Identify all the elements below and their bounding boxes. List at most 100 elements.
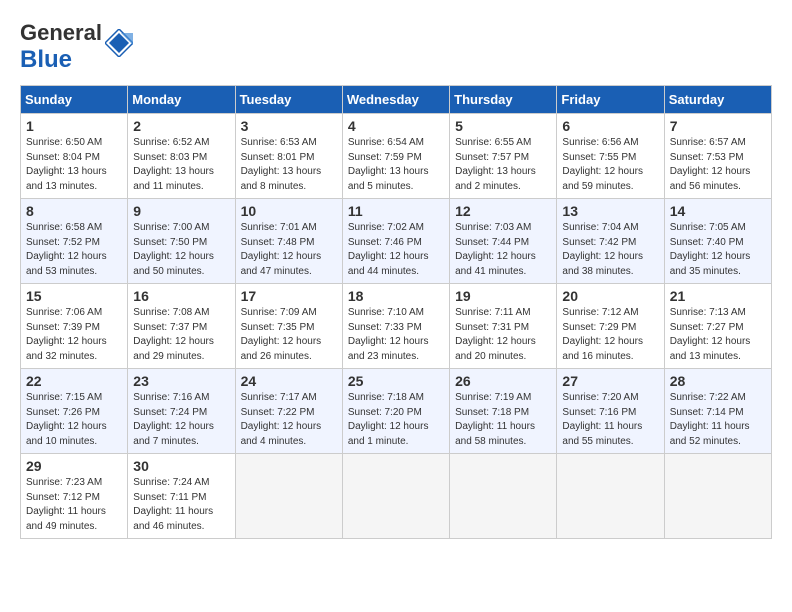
day-info: Sunrise: 7:17 AMSunset: 7:22 PMDaylight:… — [241, 391, 337, 449]
weekday-header-friday: Friday — [557, 86, 664, 114]
day-number: 6 — [562, 118, 658, 134]
day-info: Sunrise: 7:10 AMSunset: 7:33 PMDaylight:… — [348, 306, 444, 364]
day-number: 8 — [26, 203, 122, 219]
calendar-cell — [342, 454, 449, 539]
weekday-header-sunday: Sunday — [21, 86, 128, 114]
day-number: 14 — [670, 203, 766, 219]
calendar-cell: 20Sunrise: 7:12 AMSunset: 7:29 PMDayligh… — [557, 284, 664, 369]
weekday-header-thursday: Thursday — [450, 86, 557, 114]
day-info: Sunrise: 6:50 AMSunset: 8:04 PMDaylight:… — [26, 136, 122, 194]
calendar-cell: 3 Sunrise: 6:53 AMSunset: 8:01 PMDaylight… — [235, 114, 342, 199]
day-number: 26 — [455, 373, 551, 389]
day-number: 10 — [241, 203, 337, 219]
day-info: Sunrise: 6:53 AMSunset: 8:01 PMDaylight:… — [241, 136, 337, 194]
calendar-cell: 27 Sunrise: 7:20 AMSunset: 7:16 PMDayligh… — [557, 369, 664, 454]
day-number: 29 — [26, 458, 122, 474]
calendar-cell: 4 Sunrise: 6:54 AMSunset: 7:59 PMDaylight… — [342, 114, 449, 199]
calendar-cell: 30 Sunrise: 7:24 AMSunset: 7:11 PMDayligh… — [128, 454, 235, 539]
day-number: 21 — [670, 288, 766, 304]
calendar-cell: 6 Sunrise: 6:56 AMSunset: 7:55 PMDaylight… — [557, 114, 664, 199]
day-number: 30 — [133, 458, 229, 474]
day-info: Sunrise: 6:52 AMSunset: 8:03 PMDaylight:… — [133, 136, 229, 194]
day-number: 25 — [348, 373, 444, 389]
day-info: Sunrise: 7:03 AMSunset: 7:44 PMDaylight:… — [455, 221, 551, 279]
calendar-cell: 19 Sunrise: 7:11 AMSunset: 7:31 PMDayligh… — [450, 284, 557, 369]
day-info: Sunrise: 7:02 AMSunset: 7:46 PMDaylight:… — [348, 221, 444, 279]
day-info: Sunrise: 6:54 AMSunset: 7:59 PMDaylight:… — [348, 136, 444, 194]
day-number: 5 — [455, 118, 551, 134]
day-number: 27 — [562, 373, 658, 389]
calendar-cell: 28 Sunrise: 7:22 AMSunset: 7:14 PMDayligh… — [664, 369, 771, 454]
calendar-cell: 5 Sunrise: 6:55 AMSunset: 7:57 PMDaylight… — [450, 114, 557, 199]
calendar-week-row: 8Sunrise: 6:58 AMSunset: 7:52 PMDaylight… — [21, 199, 772, 284]
day-info: Sunrise: 7:11 AMSunset: 7:31 PMDaylight:… — [455, 306, 551, 364]
weekday-header-tuesday: Tuesday — [235, 86, 342, 114]
logo-text: General Blue — [20, 20, 102, 75]
day-number: 1 — [26, 118, 122, 134]
day-number: 24 — [241, 373, 337, 389]
calendar-cell: 7Sunrise: 6:57 AMSunset: 7:53 PMDaylight… — [664, 114, 771, 199]
day-number: 13 — [562, 203, 658, 219]
day-info: Sunrise: 7:09 AMSunset: 7:35 PMDaylight:… — [241, 306, 337, 364]
calendar-cell: 14Sunrise: 7:05 AMSunset: 7:40 PMDayligh… — [664, 199, 771, 284]
day-number: 18 — [348, 288, 444, 304]
day-number: 16 — [133, 288, 229, 304]
calendar-cell: 11 Sunrise: 7:02 AMSunset: 7:46 PMDayligh… — [342, 199, 449, 284]
day-info: Sunrise: 6:55 AMSunset: 7:57 PMDaylight:… — [455, 136, 551, 194]
calendar-cell: 1 Sunrise: 6:50 AMSunset: 8:04 PMDaylight… — [21, 114, 128, 199]
calendar-cell — [557, 454, 664, 539]
calendar-cell: 8Sunrise: 6:58 AMSunset: 7:52 PMDaylight… — [21, 199, 128, 284]
day-info: Sunrise: 6:57 AMSunset: 7:53 PMDaylight:… — [670, 136, 766, 194]
day-info: Sunrise: 7:24 AMSunset: 7:11 PMDaylight:… — [133, 476, 229, 534]
logo-icon — [105, 29, 133, 57]
day-number: 2 — [133, 118, 229, 134]
day-number: 19 — [455, 288, 551, 304]
calendar-cell: 13 Sunrise: 7:04 AMSunset: 7:42 PMDayligh… — [557, 199, 664, 284]
day-number: 12 — [455, 203, 551, 219]
day-info: Sunrise: 7:13 AMSunset: 7:27 PMDaylight:… — [670, 306, 766, 364]
calendar-cell: 17 Sunrise: 7:09 AMSunset: 7:35 PMDayligh… — [235, 284, 342, 369]
day-number: 9 — [133, 203, 229, 219]
weekday-header-saturday: Saturday — [664, 86, 771, 114]
calendar-cell: 16 Sunrise: 7:08 AMSunset: 7:37 PMDayligh… — [128, 284, 235, 369]
day-info: Sunrise: 7:08 AMSunset: 7:37 PMDaylight:… — [133, 306, 229, 364]
calendar-table: SundayMondayTuesdayWednesdayThursdayFrid… — [20, 85, 772, 539]
day-info: Sunrise: 7:15 AMSunset: 7:26 PMDaylight:… — [26, 391, 122, 449]
calendar-cell: 24 Sunrise: 7:17 AMSunset: 7:22 PMDayligh… — [235, 369, 342, 454]
calendar-cell: 25 Sunrise: 7:18 AMSunset: 7:20 PMDayligh… — [342, 369, 449, 454]
calendar-cell: 22 Sunrise: 7:15 AMSunset: 7:26 PMDayligh… — [21, 369, 128, 454]
day-info: Sunrise: 6:56 AMSunset: 7:55 PMDaylight:… — [562, 136, 658, 194]
calendar-cell: 12 Sunrise: 7:03 AMSunset: 7:44 PMDayligh… — [450, 199, 557, 284]
day-info: Sunrise: 7:23 AMSunset: 7:12 PMDaylight:… — [26, 476, 122, 534]
weekday-header-wednesday: Wednesday — [342, 86, 449, 114]
day-number: 4 — [348, 118, 444, 134]
day-number: 22 — [26, 373, 122, 389]
day-number: 17 — [241, 288, 337, 304]
calendar-cell: 10 Sunrise: 7:01 AMSunset: 7:48 PMDayligh… — [235, 199, 342, 284]
calendar-cell — [450, 454, 557, 539]
day-info: Sunrise: 7:19 AMSunset: 7:18 PMDaylight:… — [455, 391, 551, 449]
day-info: Sunrise: 7:18 AMSunset: 7:20 PMDaylight:… — [348, 391, 444, 449]
weekday-header-monday: Monday — [128, 86, 235, 114]
day-info: Sunrise: 7:00 AMSunset: 7:50 PMDaylight:… — [133, 221, 229, 279]
day-number: 28 — [670, 373, 766, 389]
day-info: Sunrise: 7:01 AMSunset: 7:48 PMDaylight:… — [241, 221, 337, 279]
day-number: 11 — [348, 203, 444, 219]
logo: General Blue — [20, 20, 133, 75]
calendar-cell: 26 Sunrise: 7:19 AMSunset: 7:18 PMDayligh… — [450, 369, 557, 454]
day-info: Sunrise: 7:22 AMSunset: 7:14 PMDaylight:… — [670, 391, 766, 449]
day-number: 15 — [26, 288, 122, 304]
calendar-cell — [235, 454, 342, 539]
calendar-week-row: 1 Sunrise: 6:50 AMSunset: 8:04 PMDaylight… — [21, 114, 772, 199]
calendar-week-row: 15Sunrise: 7:06 AMSunset: 7:39 PMDayligh… — [21, 284, 772, 369]
day-number: 3 — [241, 118, 337, 134]
calendar-cell: 23Sunrise: 7:16 AMSunset: 7:24 PMDayligh… — [128, 369, 235, 454]
calendar-cell — [664, 454, 771, 539]
day-info: Sunrise: 7:20 AMSunset: 7:16 PMDaylight:… — [562, 391, 658, 449]
day-info: Sunrise: 7:04 AMSunset: 7:42 PMDaylight:… — [562, 221, 658, 279]
day-number: 20 — [562, 288, 658, 304]
calendar-cell: 29 Sunrise: 7:23 AMSunset: 7:12 PMDayligh… — [21, 454, 128, 539]
day-number: 23 — [133, 373, 229, 389]
calendar-week-row: 22 Sunrise: 7:15 AMSunset: 7:26 PMDayligh… — [21, 369, 772, 454]
calendar-cell: 18 Sunrise: 7:10 AMSunset: 7:33 PMDayligh… — [342, 284, 449, 369]
